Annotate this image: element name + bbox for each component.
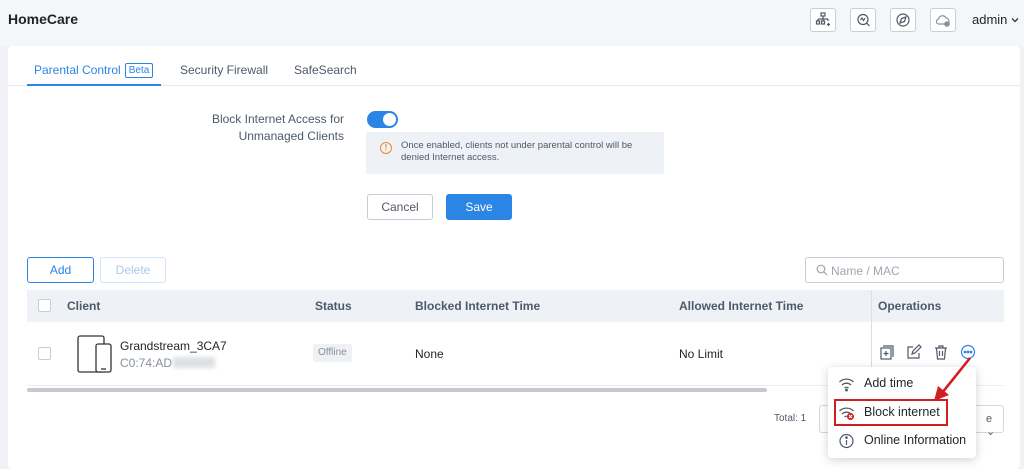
add-button[interactable]: Add: [27, 257, 94, 283]
mac-visible: C0:74:AD: [120, 356, 173, 370]
beta-badge: Beta: [124, 63, 154, 78]
search-input[interactable]: Name / MAC: [805, 257, 1004, 283]
wifi-icon: [839, 378, 854, 392]
total-count: Total: 1: [774, 413, 807, 424]
user-name: admin: [972, 12, 1008, 27]
info-circle-icon: !: [380, 142, 392, 154]
client-mac: C0:74:AD: [120, 356, 216, 370]
cancel-button[interactable]: Cancel: [367, 194, 433, 220]
notice-text: Once enabled, clients not under parental…: [401, 140, 633, 163]
save-button[interactable]: Save: [446, 194, 512, 220]
horizontal-scrollbar[interactable]: [27, 388, 767, 392]
top-header: HomeCare admin: [0, 0, 1024, 46]
menu-label: Add time: [864, 376, 914, 390]
info-icon: [839, 433, 854, 449]
row-checkbox[interactable]: [38, 347, 51, 360]
search-placeholder: Name / MAC: [831, 264, 900, 278]
add-schedule-icon[interactable]: [879, 344, 895, 360]
status-badge: Offline: [313, 344, 352, 362]
delete-button[interactable]: Delete: [100, 257, 166, 283]
column-divider: [871, 290, 872, 322]
annotation-arrow-icon: [934, 357, 972, 401]
select-all-checkbox[interactable]: [38, 299, 51, 312]
client-name: Grandstream_3CA7: [120, 339, 227, 353]
menu-item-online-information[interactable]: Online Information: [828, 428, 976, 454]
page-size-fragment: e: [986, 413, 993, 425]
table-header: Client Status Blocked Internet Time Allo…: [27, 290, 1004, 322]
search-icon: [816, 264, 828, 276]
block-unmanaged-label: Block Internet Access for Unmanaged Clie…: [188, 111, 344, 145]
tab-bar: Parental Control Beta Security Firewall S…: [8, 46, 1020, 86]
active-tab-indicator: [27, 84, 161, 86]
cloud-icon[interactable]: [930, 8, 956, 32]
column-client: Client: [67, 299, 101, 313]
column-allowed-time: Allowed Internet Time: [679, 299, 804, 313]
notice-box: ! Once enabled, clients not under parent…: [366, 132, 664, 174]
page-size-text: e ⌄: [986, 413, 996, 438]
network-add-icon[interactable]: [810, 8, 836, 32]
menu-label: Online Information: [864, 433, 967, 447]
user-menu[interactable]: admin: [972, 12, 1019, 27]
blocked-time-cell: None: [415, 347, 444, 361]
label-line-1: Block Internet Access for: [211, 112, 344, 126]
block-unmanaged-toggle[interactable]: [367, 111, 398, 128]
tablet-device-icon: [77, 335, 112, 373]
app-title: HomeCare: [8, 11, 79, 27]
label-line-2: Unmanaged Clients: [238, 129, 344, 143]
column-blocked-time: Blocked Internet Time: [415, 299, 541, 313]
chevron-down-icon: [1011, 17, 1019, 22]
allowed-time-cell: No Limit: [679, 347, 724, 361]
compass-icon[interactable]: [890, 8, 916, 32]
tab-label: Parental Control: [34, 63, 121, 77]
column-operations: Operations: [878, 299, 942, 313]
mac-redacted: [173, 357, 216, 368]
search-scan-icon[interactable]: [850, 8, 876, 32]
tab-safesearch[interactable]: SafeSearch: [294, 63, 357, 77]
tab-parental-control[interactable]: Parental Control Beta: [34, 63, 154, 78]
column-status: Status: [315, 299, 352, 313]
edit-icon[interactable]: [906, 344, 922, 360]
tab-security-firewall[interactable]: Security Firewall: [180, 63, 268, 77]
